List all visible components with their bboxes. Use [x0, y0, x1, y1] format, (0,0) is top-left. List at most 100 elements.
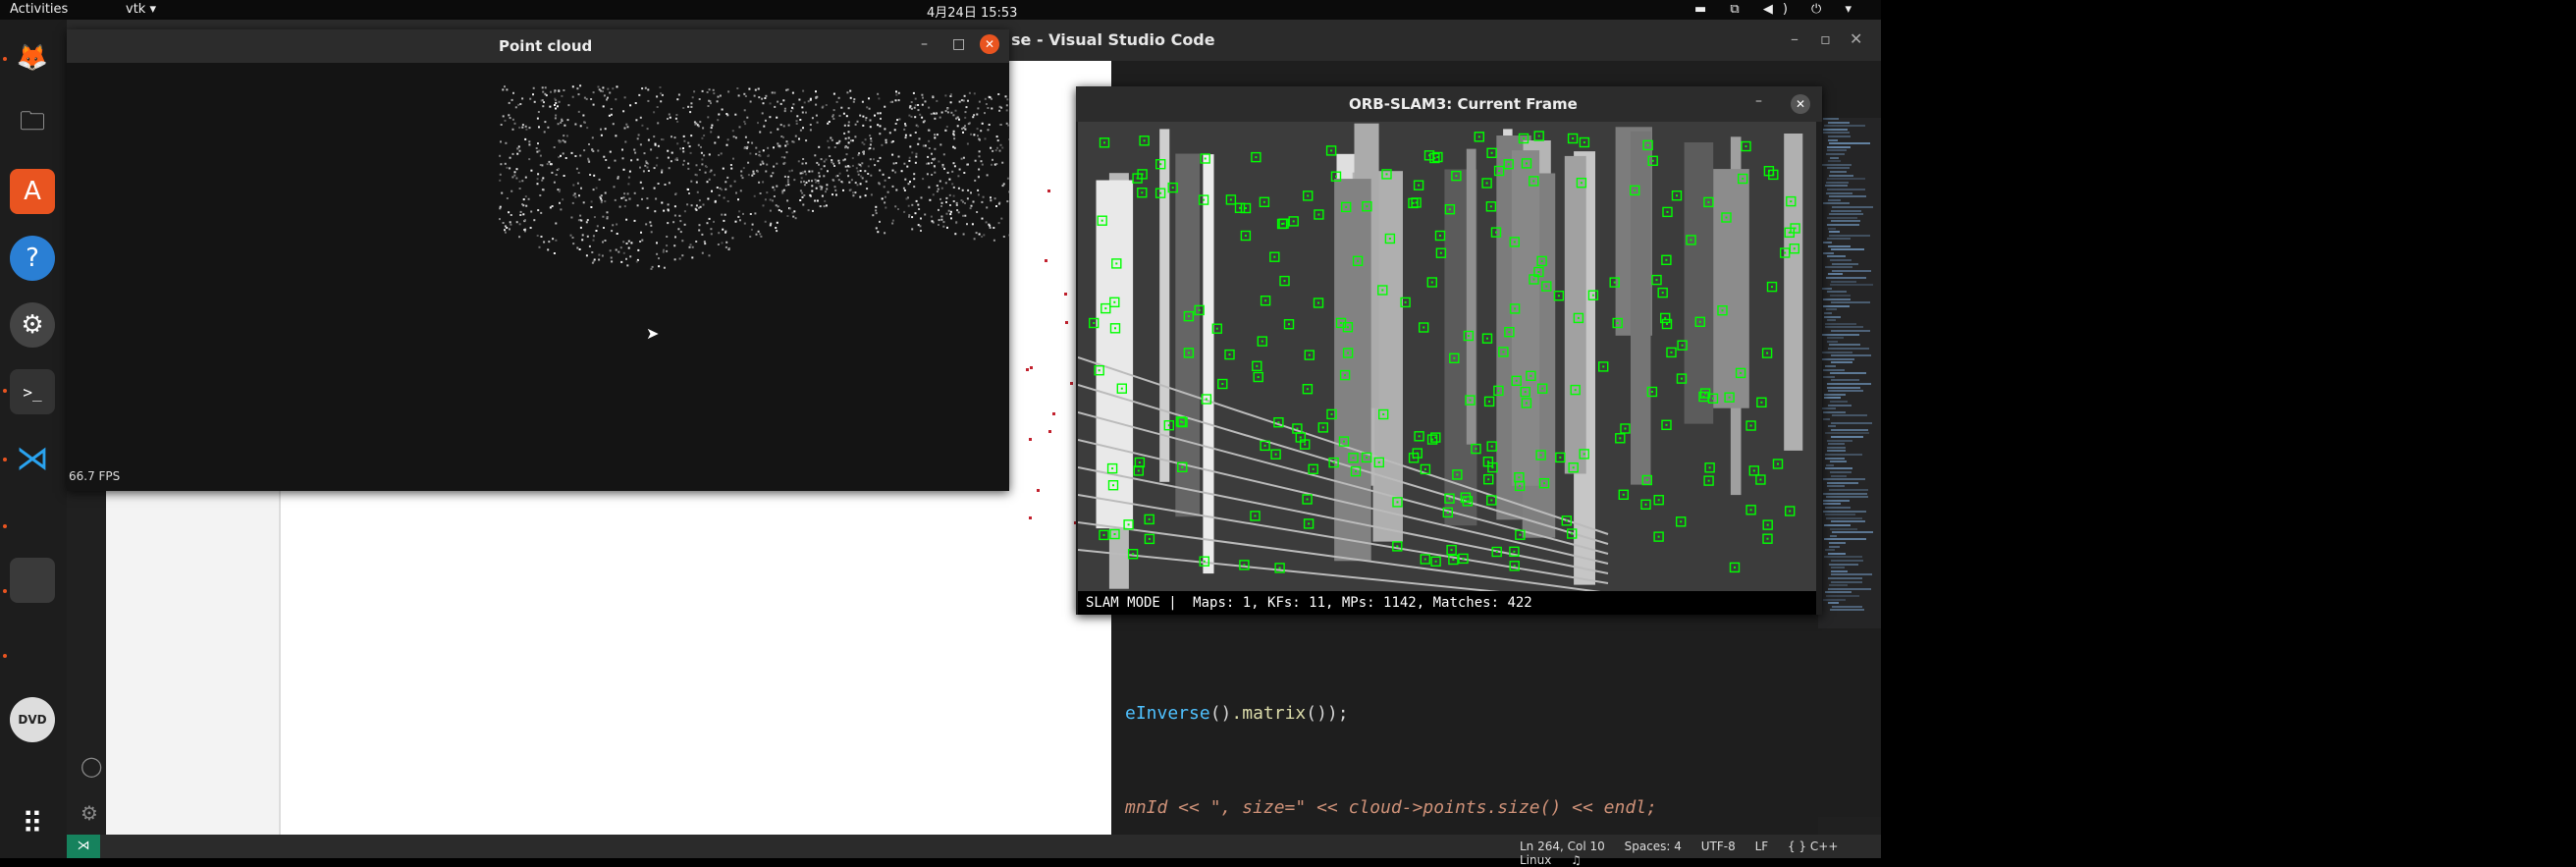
orb-slam-window[interactable]: ORB-SLAM3: Current Frame – ✕ SLAM MODE |…: [1076, 86, 1822, 615]
dock-help[interactable]: ?: [10, 236, 55, 281]
help-icon: ?: [26, 244, 39, 273]
bell-icon[interactable]: ♫: [1571, 853, 1582, 867]
minimap-line: [1831, 436, 1864, 438]
minimap-line: [1822, 407, 1836, 410]
code-editor[interactable]: eInverse().matrix()); mnId << ", size=" …: [1111, 609, 1818, 858]
red-dot: [1069, 382, 1073, 386]
minimap-line: [1831, 428, 1869, 431]
minimize-icon[interactable]: –: [1755, 93, 1762, 109]
system-tray[interactable]: ▬ ⧉ ◀) ⏻ ▾: [1694, 2, 1861, 17]
dock-settings[interactable]: ⚙: [10, 302, 55, 348]
language-mode[interactable]: { } C++: [1788, 840, 1838, 853]
minimap-line: [1825, 191, 1853, 194]
camera-frame: [1077, 122, 1816, 604]
encoding[interactable]: UTF-8: [1701, 840, 1736, 853]
indentation[interactable]: Spaces: 4: [1625, 840, 1682, 853]
minimap-line: [1830, 520, 1866, 523]
minimap-line: [1823, 128, 1848, 131]
os-indicator[interactable]: Linux: [1520, 853, 1551, 867]
fps-counter: 66.7 FPS: [69, 469, 121, 483]
end-of-line[interactable]: LF: [1755, 840, 1769, 853]
minimap-line: [1831, 569, 1848, 572]
minimap-line: [1822, 418, 1831, 420]
running-indicator: [3, 654, 7, 658]
minimap-line: [1823, 251, 1834, 254]
red-dot: [1063, 292, 1067, 296]
red-dot: [1051, 412, 1055, 416]
orb-slam-titlebar[interactable]: ORB-SLAM3: Current Frame – ✕: [1076, 86, 1822, 122]
minimap-line: [1823, 125, 1866, 128]
slam-mode: SLAM MODE |: [1086, 595, 1177, 611]
minimap-line: [1824, 454, 1863, 456]
minimap-line: [1826, 178, 1865, 181]
dock-terminal[interactable]: >_: [10, 369, 55, 414]
point-cloud-titlebar[interactable]: Point cloud – □ ✕: [67, 29, 1009, 63]
minimap-line: [1823, 298, 1851, 300]
minimap-line: [1825, 365, 1837, 367]
point-cloud-viewport[interactable]: ➤: [67, 63, 1011, 491]
minimap-line: [1826, 224, 1859, 226]
minimap-line: [1830, 580, 1863, 583]
minimap-line: [1826, 145, 1852, 148]
minimap-line: [1829, 344, 1860, 347]
minimap-line: [1824, 467, 1852, 470]
minimap[interactable]: [1818, 118, 1881, 628]
code-token: .matrix: [1231, 703, 1307, 724]
dock-app-grid[interactable]: ⠿: [10, 801, 55, 846]
minimap-line: [1827, 390, 1864, 393]
point-cloud-window[interactable]: Point cloud – □ ✕ ➤ 66.7 FPS: [67, 29, 1011, 491]
minimap-line: [1828, 404, 1852, 406]
close-icon[interactable]: ✕: [1850, 29, 1862, 48]
explorer-panel: [106, 491, 281, 858]
minimize-icon[interactable]: –: [921, 36, 928, 52]
minimap-line: [1827, 238, 1851, 241]
dock-dvd[interactable]: DVD: [10, 697, 55, 742]
remote-indicator[interactable]: ⋊: [67, 835, 100, 858]
close-icon[interactable]: ✕: [980, 34, 999, 54]
dock-software[interactable]: A: [10, 169, 55, 214]
app-menu-button[interactable]: vtk ▾: [126, 2, 156, 17]
minimap-line: [1828, 160, 1841, 163]
red-dot: [1048, 430, 1052, 434]
dock-vscode[interactable]: ⋊: [10, 436, 55, 481]
red-dot: [1064, 321, 1068, 325]
minimap-line: [1827, 189, 1866, 190]
minimap-line: [1823, 202, 1851, 205]
minimap-line: [1824, 591, 1852, 594]
code-token: (): [1209, 703, 1232, 724]
minimap-line: [1828, 273, 1844, 276]
minimap-line: [1830, 534, 1838, 537]
minimap-line: [1826, 277, 1866, 279]
cursor-position[interactable]: Ln 264, Col 10: [1520, 840, 1605, 853]
minimap-line: [1830, 280, 1856, 283]
activities-button[interactable]: Activities: [10, 2, 68, 17]
clock[interactable]: 4月24日 15:53: [927, 2, 1017, 21]
dock-active-app[interactable]: [10, 558, 55, 603]
minimap-line: [1823, 375, 1835, 378]
close-icon[interactable]: ✕: [1791, 94, 1810, 114]
minimap-line: [1825, 153, 1845, 155]
account-icon[interactable]: ◯: [80, 754, 106, 780]
minimap-line: [1830, 156, 1839, 159]
minimap-line: [1826, 439, 1852, 442]
restore-icon[interactable]: ▫: [1820, 29, 1831, 48]
minimap-line: [1826, 319, 1836, 322]
minimap-line: [1824, 549, 1836, 552]
dock-firefox[interactable]: 🦊: [10, 35, 55, 81]
minimap-line: [1822, 333, 1859, 336]
minimap-line: [1827, 552, 1846, 555]
minimap-line: [1831, 220, 1860, 223]
minimap-line: [1830, 284, 1874, 287]
minimap-line: [1828, 174, 1853, 177]
minimap-line: [1825, 514, 1856, 516]
window-title: ORB-SLAM3: Current Frame: [1349, 95, 1578, 113]
manage-gear-icon[interactable]: ⚙: [80, 801, 106, 827]
minimize-icon[interactable]: –: [1791, 29, 1798, 48]
minimap-line: [1831, 379, 1860, 382]
maximize-icon[interactable]: □: [952, 36, 965, 52]
minimap-line: [1831, 209, 1861, 212]
dock-files[interactable]: 🗀: [10, 102, 55, 147]
code-token: eInverse: [1125, 703, 1210, 724]
running-indicator: [3, 589, 7, 593]
dvd-icon: DVD: [18, 713, 47, 727]
